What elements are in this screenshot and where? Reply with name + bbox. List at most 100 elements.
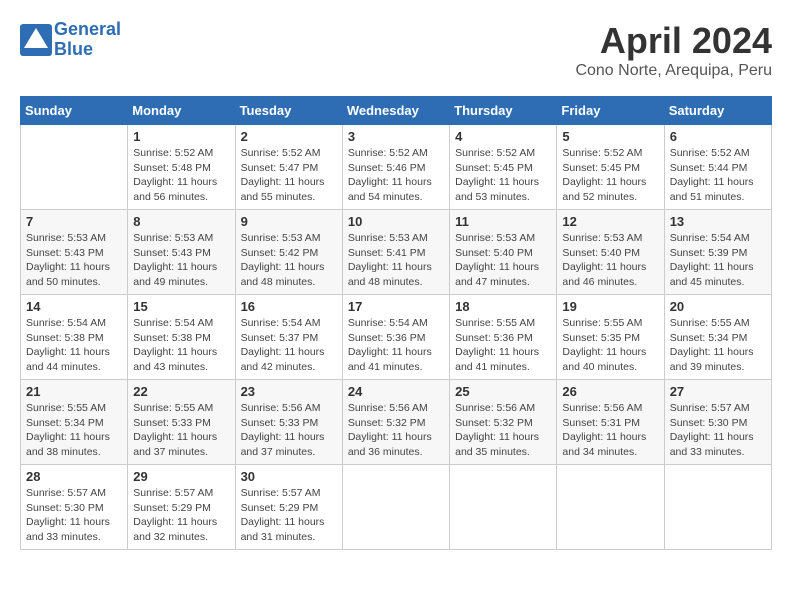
day-number: 3	[348, 129, 444, 144]
day-number: 28	[26, 469, 122, 484]
column-header-friday: Friday	[557, 97, 664, 125]
calendar-cell: 17Sunrise: 5:54 AMSunset: 5:36 PMDayligh…	[342, 295, 449, 380]
calendar-table: SundayMondayTuesdayWednesdayThursdayFrid…	[20, 96, 772, 550]
day-info: Sunrise: 5:56 AMSunset: 5:32 PMDaylight:…	[455, 401, 551, 460]
day-info: Sunrise: 5:55 AMSunset: 5:34 PMDaylight:…	[26, 401, 122, 460]
calendar-cell	[557, 465, 664, 550]
day-info: Sunrise: 5:52 AMSunset: 5:46 PMDaylight:…	[348, 146, 444, 205]
calendar-cell: 7 Sunrise: 5:53 AMSunset: 5:43 PMDaylight…	[21, 210, 128, 295]
logo-line2: Blue	[54, 40, 121, 60]
day-number: 6	[670, 129, 766, 144]
calendar-cell: 4 Sunrise: 5:52 AMSunset: 5:45 PMDaylight…	[450, 125, 557, 210]
day-info: Sunrise: 5:55 AMSunset: 5:34 PMDaylight:…	[670, 316, 766, 375]
column-header-tuesday: Tuesday	[235, 97, 342, 125]
day-info: Sunrise: 5:57 AMSunset: 5:30 PMDaylight:…	[26, 486, 122, 545]
day-number: 5	[562, 129, 658, 144]
day-number: 11	[455, 214, 551, 229]
day-number: 1	[133, 129, 229, 144]
day-number: 8	[133, 214, 229, 229]
logo-line1: General	[54, 20, 121, 40]
calendar-cell: 18 Sunrise: 5:55 AMSunset: 5:36 PMDayligh…	[450, 295, 557, 380]
day-info: Sunrise: 5:52 AMSunset: 5:45 PMDaylight:…	[455, 146, 551, 205]
day-info: Sunrise: 5:53 AMSunset: 5:43 PMDaylight:…	[133, 231, 229, 290]
calendar-cell: 30Sunrise: 5:57 AMSunset: 5:29 PMDayligh…	[235, 465, 342, 550]
calendar-week-row: 28 Sunrise: 5:57 AMSunset: 5:30 PMDayligh…	[21, 465, 772, 550]
calendar-cell: 19Sunrise: 5:55 AMSunset: 5:35 PMDayligh…	[557, 295, 664, 380]
calendar-cell: 20 Sunrise: 5:55 AMSunset: 5:34 PMDayligh…	[664, 295, 771, 380]
calendar-cell	[664, 465, 771, 550]
day-info: Sunrise: 5:57 AMSunset: 5:30 PMDaylight:…	[670, 401, 766, 460]
day-info: Sunrise: 5:52 AMSunset: 5:44 PMDaylight:…	[670, 146, 766, 205]
calendar-cell: 12 Sunrise: 5:53 AMSunset: 5:40 PMDayligh…	[557, 210, 664, 295]
calendar-cell: 15 Sunrise: 5:54 AMSunset: 5:38 PMDayligh…	[128, 295, 235, 380]
day-number: 15	[133, 299, 229, 314]
calendar-cell: 24 Sunrise: 5:56 AMSunset: 5:32 PMDayligh…	[342, 380, 449, 465]
column-header-wednesday: Wednesday	[342, 97, 449, 125]
day-number: 29	[133, 469, 229, 484]
day-info: Sunrise: 5:53 AMSunset: 5:41 PMDaylight:…	[348, 231, 444, 290]
calendar-week-row: 21Sunrise: 5:55 AMSunset: 5:34 PMDayligh…	[21, 380, 772, 465]
day-number: 18	[455, 299, 551, 314]
calendar-cell: 10 Sunrise: 5:53 AMSunset: 5:41 PMDayligh…	[342, 210, 449, 295]
day-number: 26	[562, 384, 658, 399]
calendar-cell: 29 Sunrise: 5:57 AMSunset: 5:29 PMDayligh…	[128, 465, 235, 550]
calendar-cell: 9Sunrise: 5:53 AMSunset: 5:42 PMDaylight…	[235, 210, 342, 295]
day-info: Sunrise: 5:53 AMSunset: 5:40 PMDaylight:…	[562, 231, 658, 290]
calendar-cell	[21, 125, 128, 210]
calendar-header-row: SundayMondayTuesdayWednesdayThursdayFrid…	[21, 97, 772, 125]
day-number: 13	[670, 214, 766, 229]
month-title: April 2024	[575, 20, 772, 62]
day-number: 4	[455, 129, 551, 144]
day-info: Sunrise: 5:52 AMSunset: 5:47 PMDaylight:…	[241, 146, 337, 205]
logo-icon	[20, 24, 52, 56]
page-header: General Blue April 2024 Cono Norte, Areq…	[20, 20, 772, 80]
day-info: Sunrise: 5:54 AMSunset: 5:38 PMDaylight:…	[133, 316, 229, 375]
calendar-week-row: 7 Sunrise: 5:53 AMSunset: 5:43 PMDaylight…	[21, 210, 772, 295]
logo: General Blue	[20, 20, 121, 60]
calendar-cell: 13 Sunrise: 5:54 AMSunset: 5:39 PMDayligh…	[664, 210, 771, 295]
day-number: 24	[348, 384, 444, 399]
day-info: Sunrise: 5:52 AMSunset: 5:45 PMDaylight:…	[562, 146, 658, 205]
calendar-cell: 23 Sunrise: 5:56 AMSunset: 5:33 PMDayligh…	[235, 380, 342, 465]
calendar-cell: 26 Sunrise: 5:56 AMSunset: 5:31 PMDayligh…	[557, 380, 664, 465]
day-info: Sunrise: 5:53 AMSunset: 5:43 PMDaylight:…	[26, 231, 122, 290]
calendar-cell: 22Sunrise: 5:55 AMSunset: 5:33 PMDayligh…	[128, 380, 235, 465]
day-number: 23	[241, 384, 337, 399]
calendar-cell	[450, 465, 557, 550]
calendar-cell	[342, 465, 449, 550]
day-info: Sunrise: 5:56 AMSunset: 5:32 PMDaylight:…	[348, 401, 444, 460]
day-number: 25	[455, 384, 551, 399]
column-header-sunday: Sunday	[21, 97, 128, 125]
day-number: 14	[26, 299, 122, 314]
day-number: 20	[670, 299, 766, 314]
calendar-cell: 14 Sunrise: 5:54 AMSunset: 5:38 PMDayligh…	[21, 295, 128, 380]
day-info: Sunrise: 5:54 AMSunset: 5:38 PMDaylight:…	[26, 316, 122, 375]
day-info: Sunrise: 5:54 AMSunset: 5:39 PMDaylight:…	[670, 231, 766, 290]
calendar-cell: 25 Sunrise: 5:56 AMSunset: 5:32 PMDayligh…	[450, 380, 557, 465]
day-info: Sunrise: 5:56 AMSunset: 5:33 PMDaylight:…	[241, 401, 337, 460]
day-number: 16	[241, 299, 337, 314]
day-info: Sunrise: 5:55 AMSunset: 5:36 PMDaylight:…	[455, 316, 551, 375]
day-info: Sunrise: 5:54 AMSunset: 5:36 PMDaylight:…	[348, 316, 444, 375]
day-info: Sunrise: 5:57 AMSunset: 5:29 PMDaylight:…	[241, 486, 337, 545]
day-info: Sunrise: 5:57 AMSunset: 5:29 PMDaylight:…	[133, 486, 229, 545]
calendar-cell: 27 Sunrise: 5:57 AMSunset: 5:30 PMDayligh…	[664, 380, 771, 465]
day-number: 10	[348, 214, 444, 229]
location: Cono Norte, Arequipa, Peru	[575, 62, 772, 80]
calendar-cell: 1 Sunrise: 5:52 AMSunset: 5:48 PMDaylight…	[128, 125, 235, 210]
day-number: 9	[241, 214, 337, 229]
calendar-cell: 8 Sunrise: 5:53 AMSunset: 5:43 PMDaylight…	[128, 210, 235, 295]
calendar-cell: 21Sunrise: 5:55 AMSunset: 5:34 PMDayligh…	[21, 380, 128, 465]
calendar-cell: 16Sunrise: 5:54 AMSunset: 5:37 PMDayligh…	[235, 295, 342, 380]
calendar-cell: 2Sunrise: 5:52 AMSunset: 5:47 PMDaylight…	[235, 125, 342, 210]
calendar-cell: 11Sunrise: 5:53 AMSunset: 5:40 PMDayligh…	[450, 210, 557, 295]
column-header-saturday: Saturday	[664, 97, 771, 125]
day-info: Sunrise: 5:56 AMSunset: 5:31 PMDaylight:…	[562, 401, 658, 460]
day-info: Sunrise: 5:55 AMSunset: 5:33 PMDaylight:…	[133, 401, 229, 460]
day-info: Sunrise: 5:52 AMSunset: 5:48 PMDaylight:…	[133, 146, 229, 205]
day-number: 12	[562, 214, 658, 229]
day-number: 7	[26, 214, 122, 229]
day-info: Sunrise: 5:55 AMSunset: 5:35 PMDaylight:…	[562, 316, 658, 375]
day-number: 27	[670, 384, 766, 399]
calendar-cell: 6 Sunrise: 5:52 AMSunset: 5:44 PMDaylight…	[664, 125, 771, 210]
